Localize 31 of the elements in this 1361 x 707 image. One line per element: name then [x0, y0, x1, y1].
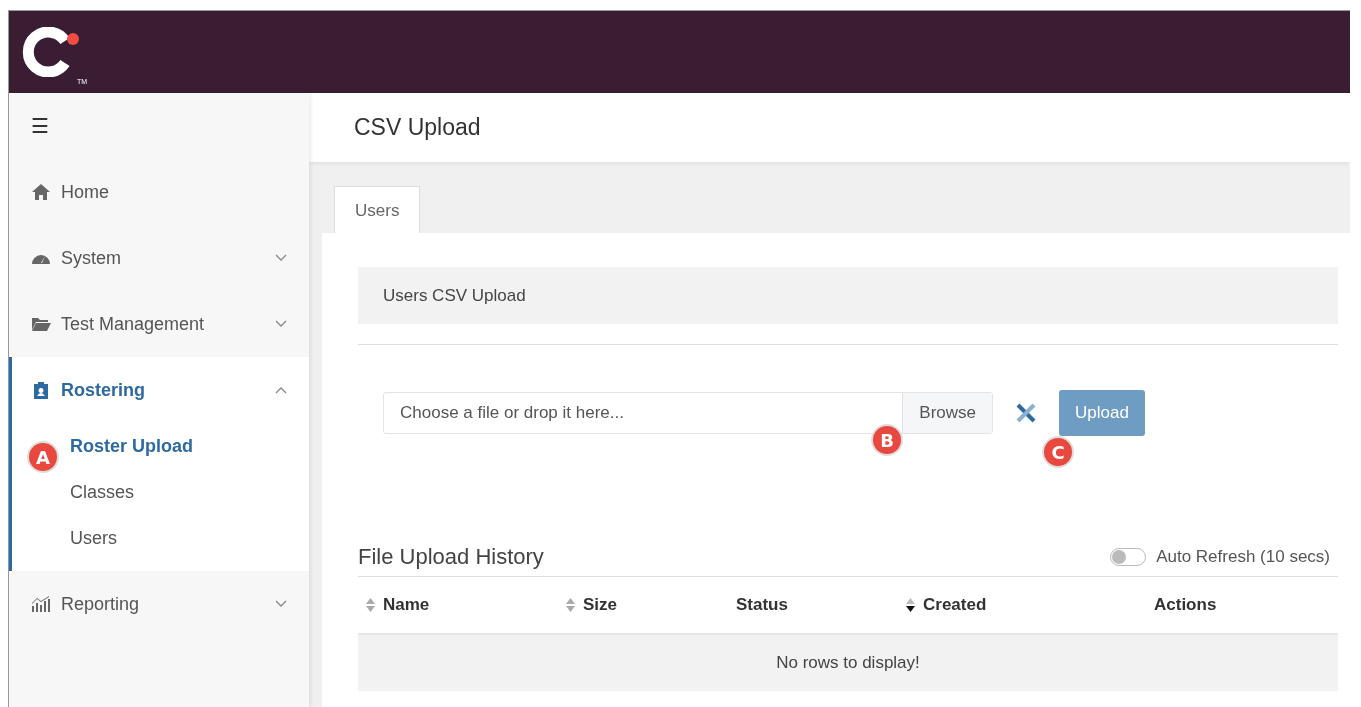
close-icon[interactable] [1015, 402, 1037, 424]
tab[interactable]: Users [334, 186, 421, 233]
column-header[interactable]: Size [566, 595, 618, 615]
column-header[interactable]: Status [736, 595, 788, 615]
empty-message: No rows to display! [358, 635, 1338, 691]
clipboard-icon [31, 381, 51, 399]
folder-icon [31, 315, 51, 333]
column-header[interactable]: Created [906, 595, 987, 615]
nav-item[interactable]: System [9, 225, 309, 291]
nav-subitem[interactable]: Users [12, 515, 117, 561]
column-header[interactable]: Name [366, 595, 430, 615]
nav-subitem[interactable]: Roster Upload A [12, 423, 193, 469]
bar-chart-icon [31, 595, 51, 613]
section-title: File Upload History [358, 544, 544, 570]
callout-badge: C [1044, 438, 1072, 466]
nav-subitem[interactable]: Classes [12, 469, 135, 515]
nav-item[interactable]: Rostering [12, 357, 309, 423]
page-title: CSV Upload [354, 114, 481, 141]
file-field[interactable]: Choose a file or drop it here... Browse [383, 392, 993, 434]
nav-item[interactable]: Home [9, 159, 309, 225]
toggle-switch[interactable] [1110, 548, 1147, 566]
section-title: Users CSV Upload [383, 285, 526, 306]
house-icon [31, 183, 51, 201]
column-header[interactable]: Actions [1154, 595, 1217, 615]
toggle-label: Auto Refresh (10 secs) [1156, 547, 1330, 567]
browse-button[interactable]: Browse [902, 393, 992, 433]
nav-item[interactable]: Reporting [9, 571, 309, 637]
menu-icon[interactable]: ☰ [31, 114, 49, 138]
nav-item[interactable]: Test Management [9, 291, 309, 357]
callout-badge: B [873, 426, 901, 454]
callout-badge: A [29, 443, 57, 471]
